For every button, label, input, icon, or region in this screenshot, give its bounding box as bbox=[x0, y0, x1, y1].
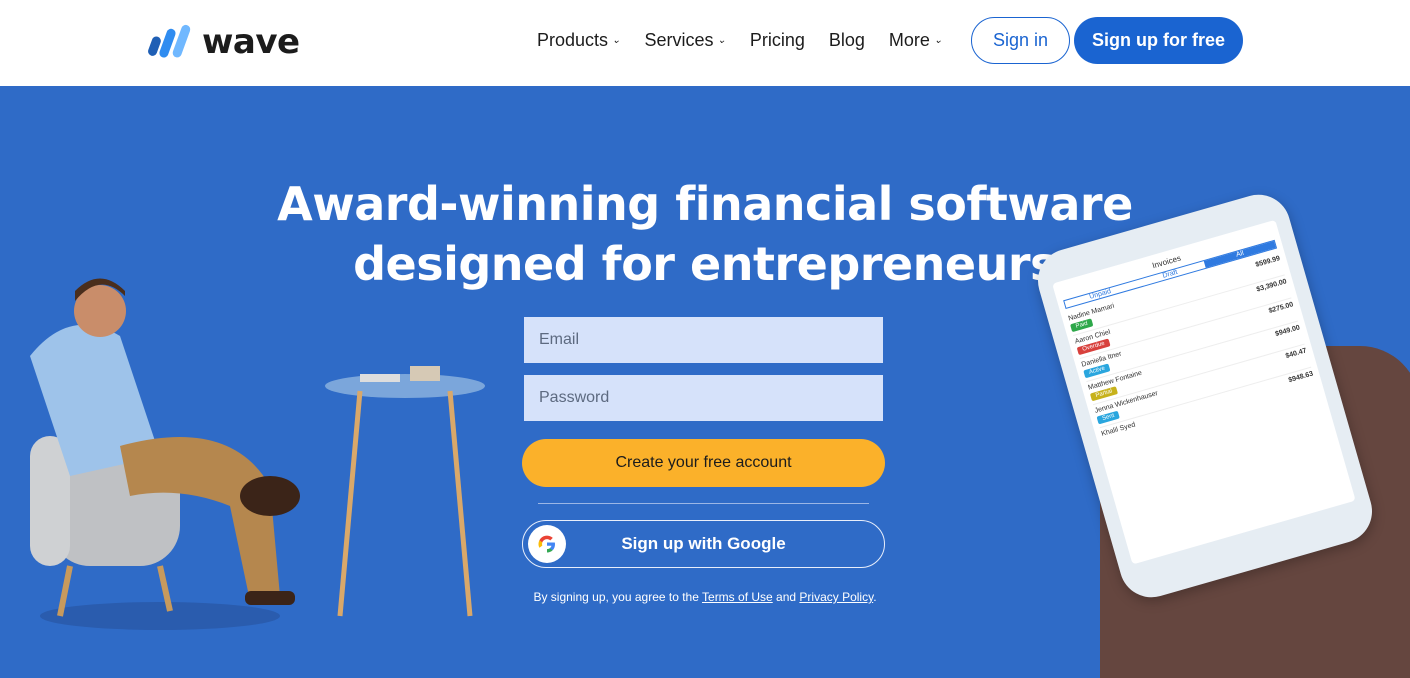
password-input[interactable] bbox=[524, 375, 883, 421]
sign-up-button[interactable]: Sign up for free bbox=[1074, 17, 1243, 64]
chevron-down-icon: ⌄ bbox=[612, 35, 621, 46]
create-account-button[interactable]: Create your free account bbox=[522, 439, 885, 487]
logo-text: wave bbox=[202, 22, 300, 62]
top-nav: wave Products ⌄ Services ⌄ Pricing Blog Mo… bbox=[0, 0, 1410, 86]
chevron-down-icon: ⌄ bbox=[717, 35, 726, 46]
main-nav: Products ⌄ Services ⌄ Pricing Blog More ⌄ bbox=[537, 30, 942, 51]
email-input[interactable] bbox=[524, 317, 883, 363]
nav-services[interactable]: Services ⌄ bbox=[644, 30, 725, 51]
wave-logo-icon bbox=[148, 24, 191, 58]
chevron-down-icon: ⌄ bbox=[933, 35, 943, 46]
google-button-label: Sign up with Google bbox=[621, 534, 786, 553]
google-signup-button[interactable]: Sign up with Google bbox=[522, 520, 885, 568]
divider bbox=[538, 503, 869, 504]
nav-blog[interactable]: Blog bbox=[829, 30, 865, 51]
terms-link[interactable]: Terms of Use bbox=[702, 590, 773, 604]
nav-more[interactable]: More ⌄ bbox=[889, 30, 942, 51]
nav-pricing[interactable]: Pricing bbox=[750, 30, 805, 51]
privacy-link[interactable]: Privacy Policy bbox=[799, 590, 873, 604]
google-icon bbox=[528, 525, 566, 563]
nav-products[interactable]: Products ⌄ bbox=[537, 30, 620, 51]
man-in-chair-image bbox=[30, 278, 300, 630]
wave-logo[interactable]: wave bbox=[148, 22, 300, 62]
hero-section: Award-winning financial software designed… bbox=[0, 86, 1410, 678]
sign-in-button[interactable]: Sign in bbox=[971, 17, 1070, 64]
